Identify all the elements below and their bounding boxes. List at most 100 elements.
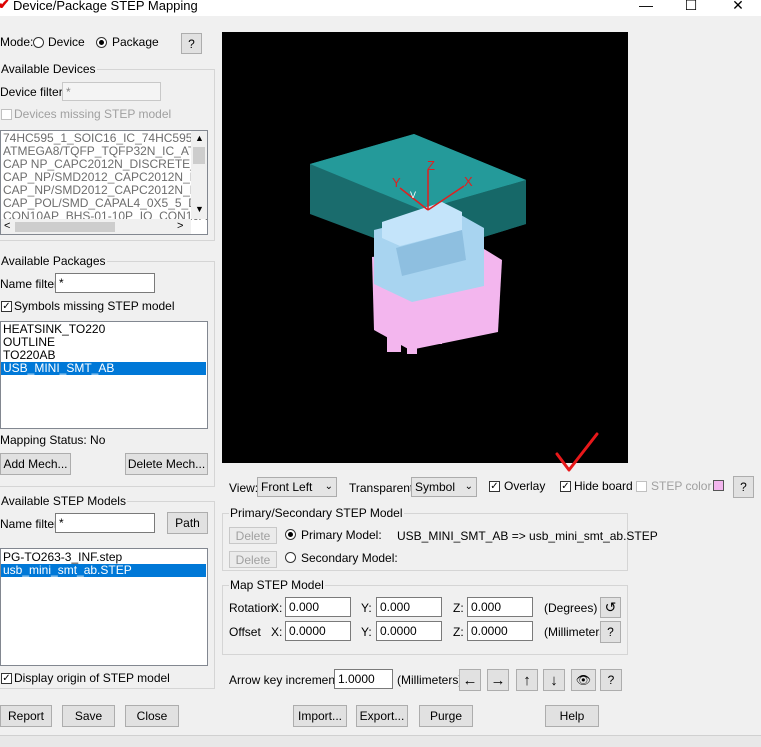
pin-5 bbox=[484, 294, 494, 322]
scroll-left-icon[interactable]: < bbox=[4, 220, 10, 232]
rotation-x-label: X: bbox=[271, 601, 283, 615]
mode-device-label[interactable]: Device bbox=[48, 35, 85, 49]
x-axis-label: X bbox=[464, 174, 473, 189]
save-button[interactable]: Save bbox=[62, 705, 115, 727]
arrow-increment-unit: (Millimeters) bbox=[397, 673, 463, 687]
arrow-down-icon[interactable]: ↓ bbox=[543, 669, 565, 691]
import-button[interactable]: Import... bbox=[293, 705, 347, 727]
add-mech-button[interactable]: Add Mech... bbox=[0, 453, 71, 475]
view-select-value: Front Left bbox=[261, 480, 313, 494]
overlay-label: Overlay bbox=[504, 479, 546, 493]
report-button[interactable]: Report bbox=[0, 705, 52, 727]
reset-rotation-icon[interactable]: ↺ bbox=[600, 597, 621, 618]
window-title: Device/Package STEP Mapping bbox=[13, 0, 198, 13]
close-button[interactable]: Close bbox=[125, 705, 179, 727]
map-step-group bbox=[222, 585, 628, 655]
mapping-status: Mapping Status: No bbox=[0, 433, 106, 447]
device-filter-label: Device filter: bbox=[0, 85, 67, 99]
step-model-render: Z Y X V bbox=[310, 134, 526, 354]
offset-y-input[interactable]: 0.0000 bbox=[376, 621, 442, 641]
offset-x-label: X: bbox=[271, 625, 283, 639]
primary-model-value: USB_MINI_SMT_AB => usb_mini_smt_ab.STEP bbox=[397, 529, 658, 543]
y-axis-label: Y bbox=[392, 175, 401, 190]
minimize-button[interactable]: — bbox=[624, 0, 668, 15]
devices-missing-label: Devices missing STEP model bbox=[14, 107, 172, 121]
offset-z-label: Z: bbox=[453, 625, 464, 639]
model-list-item[interactable]: usb_mini_smt_ab.STEP bbox=[1, 564, 206, 577]
map-help-button[interactable]: ? bbox=[600, 621, 621, 643]
offset-label: Offset bbox=[229, 625, 261, 639]
app-icon: ✔ bbox=[0, 0, 10, 12]
device-filter-input[interactable]: * bbox=[62, 82, 161, 101]
view-label: View: bbox=[229, 481, 259, 495]
devices-vscrollbar[interactable]: ▲ ▼ bbox=[191, 131, 207, 219]
scroll-right-icon[interactable]: > bbox=[177, 220, 183, 232]
export-button[interactable]: Export... bbox=[356, 705, 408, 727]
rotation-z-input[interactable]: 0.000 bbox=[467, 597, 533, 617]
overlay-checkbox[interactable]: ✓ bbox=[489, 481, 500, 492]
devices-missing-checkbox[interactable] bbox=[1, 109, 12, 120]
status-bar bbox=[0, 735, 761, 747]
transparent-select[interactable]: Symbol ⌄ bbox=[411, 477, 477, 497]
step-color-swatch[interactable] bbox=[713, 480, 724, 491]
models-list[interactable]: PG-TO263-3_INF.step usb_mini_smt_ab.STEP bbox=[0, 548, 208, 666]
devices-hscrollbar[interactable]: < > bbox=[1, 219, 191, 234]
step-color-checkbox[interactable] bbox=[636, 481, 647, 492]
delete-mech-button[interactable]: Delete Mech... bbox=[125, 453, 208, 475]
arrow-left-icon[interactable]: ← bbox=[459, 669, 481, 691]
mode-help-button[interactable]: ? bbox=[181, 33, 202, 54]
scroll-down-icon[interactable]: ▼ bbox=[195, 204, 204, 214]
help-button[interactable]: Help bbox=[545, 705, 599, 727]
arrow-increment-input[interactable]: 1.0000 bbox=[334, 669, 393, 689]
rotation-x-input[interactable]: 0.000 bbox=[285, 597, 351, 617]
arrow-increment-label: Arrow key increment: bbox=[229, 673, 342, 687]
devices-list[interactable]: 74HC595_1_SOIC16_IC_74HC595 ATMEGA8/TQFP_… bbox=[0, 130, 208, 235]
packages-list[interactable]: HEATSINK_TO220 OUTLINE TO220AB USB_MINI_SMT… bbox=[0, 321, 208, 429]
rotation-unit: (Degrees) bbox=[544, 601, 598, 615]
secondary-model-radio[interactable] bbox=[285, 552, 296, 563]
secondary-model-label[interactable]: Secondary Model: bbox=[301, 551, 398, 565]
symbols-missing-checkbox[interactable]: ✓ bbox=[1, 301, 12, 312]
close-window-button[interactable]: ✕ bbox=[716, 0, 760, 15]
offset-y-label: Y: bbox=[361, 625, 372, 639]
arrow-right-icon[interactable]: → bbox=[487, 669, 509, 691]
offset-x-input[interactable]: 0.0000 bbox=[285, 621, 351, 641]
maximize-button[interactable]: ☐ bbox=[669, 0, 713, 15]
package-filter-input[interactable]: * bbox=[55, 273, 155, 293]
z-axis-label: Z bbox=[427, 158, 435, 173]
primary-model-radio[interactable] bbox=[285, 529, 296, 540]
symbols-missing-label: Symbols missing STEP model bbox=[14, 299, 175, 313]
delete-primary-button[interactable]: Delete bbox=[229, 527, 277, 544]
eye-icon[interactable]: 👁 bbox=[571, 669, 596, 691]
hide-board-checkbox[interactable]: ✓ bbox=[560, 481, 571, 492]
mode-device-radio[interactable] bbox=[33, 37, 44, 48]
title-bar: ✔ Device/Package STEP Mapping — ☐ ✕ bbox=[0, 0, 761, 16]
primary-model-label[interactable]: Primary Model: bbox=[301, 528, 382, 542]
models-group-label: Available STEP Models bbox=[0, 494, 127, 508]
pin-2 bbox=[407, 326, 417, 354]
display-origin-checkbox[interactable]: ✓ bbox=[1, 673, 12, 684]
origin-v-label: V bbox=[410, 190, 416, 200]
3d-viewport[interactable]: Z Y X V bbox=[222, 32, 628, 463]
rotation-label: Rotation bbox=[229, 601, 274, 615]
pin-3 bbox=[432, 314, 442, 344]
devices-hscroll-thumb[interactable] bbox=[15, 222, 115, 232]
arrow-up-icon[interactable]: ↑ bbox=[516, 669, 538, 691]
devices-vscroll-thumb[interactable] bbox=[193, 147, 205, 164]
path-button[interactable]: Path bbox=[167, 512, 208, 534]
step-color-label: STEP color bbox=[651, 479, 712, 493]
delete-secondary-button[interactable]: Delete bbox=[229, 551, 277, 568]
arrow-help-button[interactable]: ? bbox=[600, 669, 622, 691]
view-select[interactable]: Front Left ⌄ bbox=[257, 477, 337, 497]
model-filter-input[interactable]: * bbox=[55, 513, 155, 533]
package-list-item[interactable]: USB_MINI_SMT_AB bbox=[1, 362, 206, 375]
rotation-y-input[interactable]: 0.000 bbox=[376, 597, 442, 617]
mode-package-label[interactable]: Package bbox=[112, 35, 159, 49]
purge-button[interactable]: Purge bbox=[419, 705, 473, 727]
offset-z-input[interactable]: 0.0000 bbox=[467, 621, 533, 641]
hide-board-label: Hide board bbox=[574, 479, 633, 493]
mode-label: Mode: bbox=[0, 35, 34, 49]
view-help-button[interactable]: ? bbox=[733, 476, 754, 498]
mode-package-radio[interactable] bbox=[96, 37, 107, 48]
scroll-up-icon[interactable]: ▲ bbox=[195, 133, 204, 143]
